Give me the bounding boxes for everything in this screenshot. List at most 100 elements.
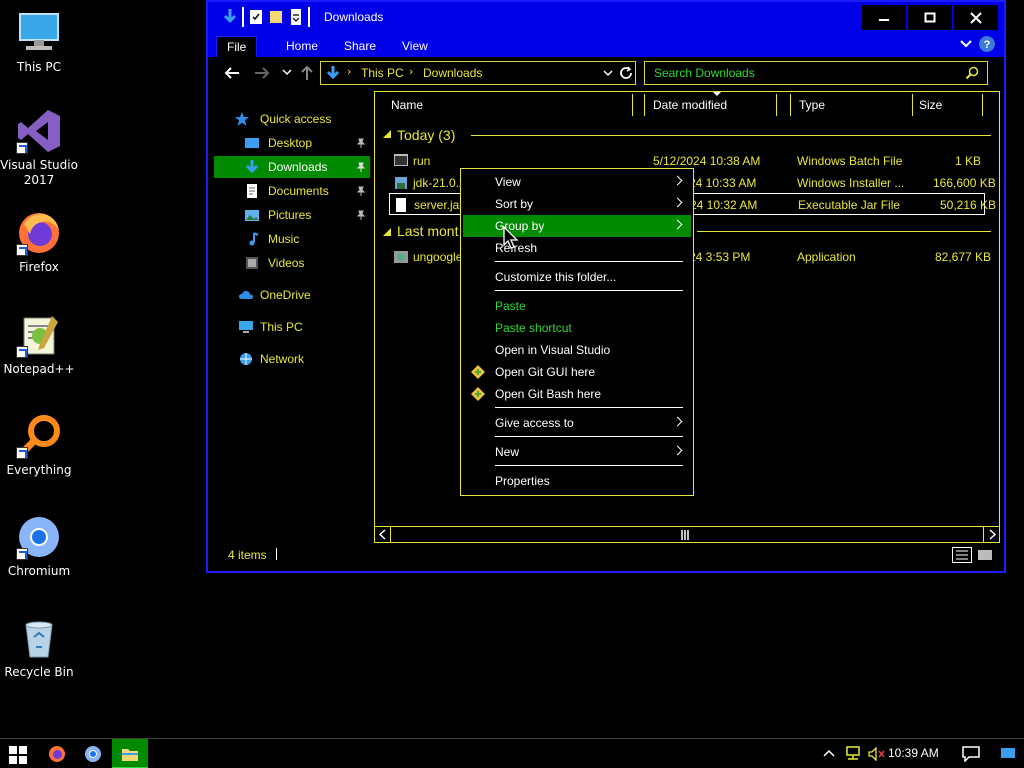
recycle-bin-icon <box>16 615 62 661</box>
menu-item-open-in-visual-studio[interactable]: Open in Visual Studio <box>463 339 691 361</box>
taskbar-file-explorer[interactable] <box>112 739 148 768</box>
pin-icon[interactable] <box>356 210 366 220</box>
desktop-icon-visual-studio[interactable]: Visual Studio 2017 <box>0 108 78 188</box>
refresh-icon[interactable] <box>619 66 633 80</box>
help-icon[interactable]: ? <box>978 35 996 53</box>
pin-icon[interactable] <box>356 138 366 148</box>
column-header-name[interactable]: Name <box>383 94 633 116</box>
desktop-icon-everything[interactable]: Everything <box>0 413 78 478</box>
ribbon-expand-icon[interactable] <box>960 39 972 49</box>
scroll-left-button[interactable] <box>375 527 391 542</box>
horizontal-scrollbar[interactable] <box>375 526 999 542</box>
group-header-today[interactable]: Today (3) <box>397 127 455 143</box>
scroll-thumb-grip-icon[interactable] <box>679 530 691 540</box>
collapse-triangle-icon[interactable] <box>383 228 391 236</box>
maximize-button[interactable] <box>908 5 952 30</box>
scroll-right-button[interactable] <box>983 527 999 542</box>
search-input[interactable]: Search Downloads <box>644 61 988 85</box>
nav-item-desktop[interactable]: Desktop <box>214 132 370 154</box>
show-hidden-icons-button[interactable] <box>818 739 840 768</box>
back-arrow-icon[interactable] <box>224 66 240 80</box>
close-button[interactable] <box>954 5 998 30</box>
menu-item-new[interactable]: New <box>463 441 691 463</box>
pin-icon[interactable] <box>356 186 366 196</box>
minimize-button[interactable] <box>862 5 906 30</box>
address-bar[interactable]: › This PC › Downloads <box>320 61 636 85</box>
taskbar-firefox[interactable] <box>40 739 74 768</box>
tab-view[interactable]: View <box>392 36 438 57</box>
menu-item-open-git-bash[interactable]: Open Git Bash here <box>463 383 691 405</box>
volume-button[interactable] <box>866 739 886 768</box>
show-desktop-button[interactable] <box>990 739 1024 768</box>
menu-item-open-git-gui[interactable]: Open Git GUI here <box>463 361 691 383</box>
taskbar-chromium[interactable] <box>76 739 110 768</box>
large-icons-view-icon[interactable] <box>976 547 994 563</box>
pictures-icon <box>245 210 259 221</box>
shortcut-arrow-icon <box>16 548 28 560</box>
nav-item-onedrive[interactable]: OneDrive <box>214 284 370 306</box>
address-dropdown-icon[interactable] <box>603 70 613 78</box>
context-menu: View Sort by Group by Refresh Customize … <box>460 168 694 496</box>
ribbon-tab-bar: File Home Share View ? <box>208 33 1004 57</box>
menu-item-give-access-to[interactable]: Give access to <box>463 412 691 434</box>
forward-arrow-icon[interactable] <box>254 66 270 80</box>
download-arrow-icon[interactable] <box>222 7 238 27</box>
menu-item-group-by[interactable]: Group by <box>463 215 691 237</box>
nav-item-pictures[interactable]: Pictures <box>214 204 370 226</box>
breadcrumb-separator-icon: › <box>409 65 414 78</box>
tab-file[interactable]: File <box>216 36 258 57</box>
network-status-button[interactable] <box>842 739 864 768</box>
network-icon <box>240 353 252 365</box>
menu-item-paste[interactable]: Paste <box>463 295 691 317</box>
collapse-triangle-icon[interactable] <box>383 130 391 138</box>
desktop-icon-chromium[interactable]: Chromium <box>0 514 78 579</box>
details-view-icon[interactable] <box>952 547 972 563</box>
desktop-icon-recycle-bin[interactable]: Recycle Bin <box>0 615 78 680</box>
taskbar: 10:39 AM <box>0 738 1024 768</box>
nav-item-documents[interactable]: Documents <box>214 180 370 202</box>
menu-item-view[interactable]: View <box>463 171 691 193</box>
recent-locations-chevron-icon[interactable] <box>282 69 292 77</box>
chevron-left-icon <box>378 529 386 540</box>
tab-share[interactable]: Share <box>334 36 386 57</box>
new-folder-icon[interactable] <box>268 7 284 27</box>
nav-item-this-pc[interactable]: This PC <box>214 316 370 338</box>
desktop-icon-this-pc[interactable]: This PC <box>0 10 78 75</box>
svg-text:?: ? <box>984 39 991 51</box>
action-center-button[interactable] <box>956 739 986 768</box>
submenu-arrow-icon <box>672 416 683 427</box>
nav-item-videos[interactable]: Videos <box>214 252 370 274</box>
menu-item-customize-folder[interactable]: Customize this folder... <box>463 266 691 288</box>
menu-item-refresh[interactable]: Refresh <box>463 237 691 259</box>
tab-home[interactable]: Home <box>276 36 328 57</box>
pin-icon[interactable] <box>356 162 366 172</box>
nav-item-quick-access[interactable]: Quick access <box>214 108 370 130</box>
download-arrow-icon <box>245 160 259 174</box>
column-header-size[interactable]: Size <box>911 94 983 116</box>
up-arrow-icon[interactable] <box>300 65 314 81</box>
search-icon[interactable] <box>965 66 979 80</box>
desktop-icon-notepad-plus-plus[interactable]: Notepad++ <box>0 312 78 377</box>
column-header-date-modified[interactable]: Date modified <box>645 94 777 116</box>
application-icon <box>394 251 408 263</box>
breadcrumb-downloads[interactable]: Downloads <box>423 66 482 80</box>
group-divider <box>471 135 991 136</box>
nav-item-music[interactable]: Music <box>214 228 370 250</box>
customize-toolbar-icon[interactable] <box>288 7 304 27</box>
group-header-last-month[interactable]: Last mont <box>397 223 458 239</box>
nav-item-network[interactable]: Network <box>214 348 370 370</box>
submenu-arrow-icon <box>672 445 683 456</box>
file-name: server.jar <box>414 198 464 212</box>
breadcrumb-this-pc[interactable]: This PC <box>361 66 404 80</box>
desktop-icon-label: This PC <box>17 60 61 74</box>
title-bar[interactable]: Downloads <box>208 2 1004 33</box>
start-button[interactable] <box>0 739 36 768</box>
menu-item-paste-shortcut[interactable]: Paste shortcut <box>463 317 691 339</box>
desktop-icon-firefox[interactable]: Firefox <box>0 210 78 275</box>
column-header-type[interactable]: Type <box>791 94 913 116</box>
nav-item-downloads[interactable]: Downloads <box>214 156 370 178</box>
taskbar-clock[interactable]: 10:39 AM <box>888 746 939 760</box>
properties-icon[interactable] <box>248 7 264 27</box>
menu-item-properties[interactable]: Properties <box>463 470 691 492</box>
menu-item-sort-by[interactable]: Sort by <box>463 193 691 215</box>
